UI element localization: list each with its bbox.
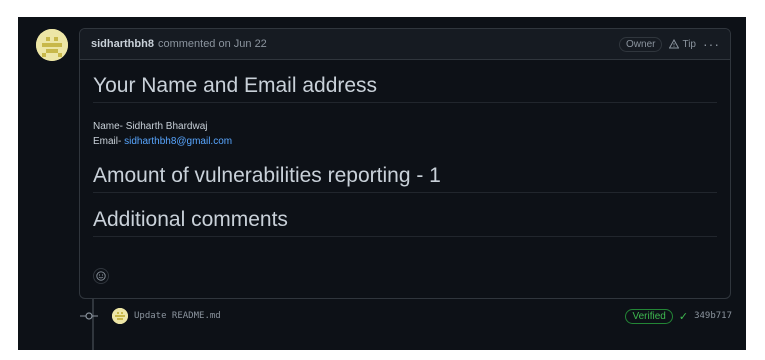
heading-vulnerabilities: Amount of vulnerabilities reporting - 1 (93, 163, 717, 193)
identicon-avatar-icon (36, 29, 68, 61)
alert-triangle-icon (669, 39, 680, 49)
comment-header: sidharthbh8 commented on Jun 22 Owner Ti… (80, 29, 730, 60)
author-avatar[interactable] (36, 29, 68, 61)
add-reaction-button[interactable] (93, 268, 109, 284)
identicon-avatar-small-icon (112, 308, 128, 324)
comment-timestamp[interactable]: commented on Jun 22 (158, 38, 267, 50)
more-options-button[interactable]: ··· (703, 37, 720, 51)
owner-badge: Owner (619, 36, 663, 52)
heading-additional-comments: Additional comments (93, 207, 717, 237)
email-line: Email- sidharthbh8@gmail.com (93, 134, 717, 149)
git-commit-icon (80, 309, 98, 323)
comment-body: Your Name and Email address Name- Sidhar… (80, 73, 730, 237)
name-line: Name- Sidharth Bhardwaj (93, 121, 208, 132)
commit-sha-link[interactable]: 349b717 (694, 311, 732, 321)
email-link[interactable]: sidharthbh8@gmail.com (124, 136, 232, 147)
commit-item: Update README.md Verified ✓ 349b717 (80, 304, 732, 328)
heading-name-email: Your Name and Email address (93, 73, 717, 103)
commit-meta: Verified ✓ 349b717 (625, 308, 732, 324)
tip-button[interactable]: Tip (669, 39, 696, 50)
comment-box: sidharthbh8 commented on Jun 22 Owner Ti… (79, 28, 731, 299)
tip-label: Tip (682, 38, 696, 50)
smiley-icon (96, 271, 106, 281)
contact-fields: Name- Sidharth Bhardwaj Email- sidharthb… (93, 119, 717, 149)
email-prefix: Email- (93, 136, 125, 147)
verified-badge[interactable]: Verified (625, 308, 673, 324)
commit-message-link[interactable]: Update README.md (134, 311, 221, 321)
commit-author-avatar[interactable] (112, 308, 128, 324)
comment-header-actions: Owner Tip ··· (619, 36, 720, 52)
issue-timeline: sidharthbh8 commented on Jun 22 Owner Ti… (18, 17, 746, 350)
check-icon[interactable]: ✓ (679, 310, 688, 323)
comment-author-link[interactable]: sidharthbh8 (91, 38, 154, 50)
